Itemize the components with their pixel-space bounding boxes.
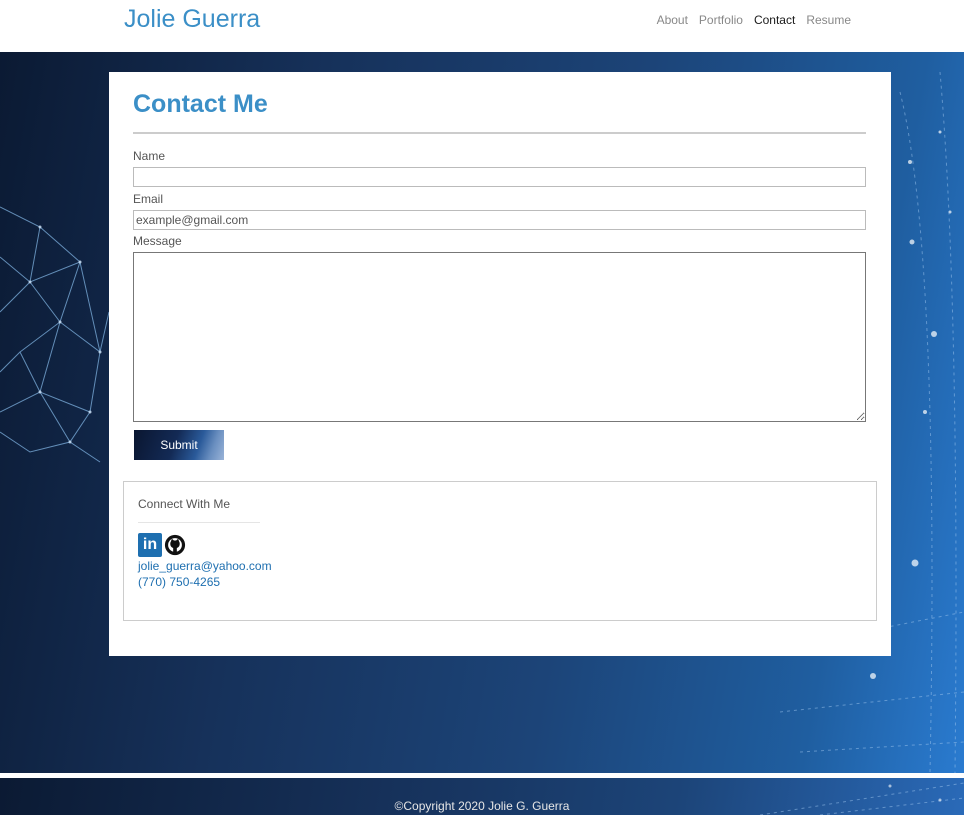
connect-title: Connect With Me: [138, 497, 231, 511]
contact-card: Contact Me Name Email Message Submit Con…: [109, 72, 891, 656]
nav-resume-link[interactable]: Resume: [806, 13, 851, 27]
nav-contact-link[interactable]: Contact: [754, 13, 795, 27]
name-label: Name: [133, 149, 166, 163]
name-input[interactable]: [133, 167, 866, 187]
connect-divider: [138, 522, 260, 523]
linkedin-icon[interactable]: in: [138, 533, 162, 557]
phone-link[interactable]: (770) 750-4265: [138, 575, 220, 589]
copyright-text: ©Copyright 2020 Jolie G. Guerra: [394, 799, 570, 813]
email-link[interactable]: jolie_guerra@yahoo.com: [138, 559, 272, 573]
email-label: Email: [133, 192, 164, 206]
site-header: Jolie Guerra About Portfolio Contact Res…: [0, 0, 964, 52]
message-label: Message: [133, 234, 182, 248]
title-divider: [133, 132, 866, 134]
nav-about-link[interactable]: About: [657, 13, 688, 27]
submit-button[interactable]: Submit: [134, 430, 224, 460]
site-footer: ©Copyright 2020 Jolie G. Guerra: [0, 778, 964, 815]
github-icon[interactable]: [164, 533, 186, 557]
email-input[interactable]: [133, 210, 866, 230]
main-nav: About Portfolio Contact Resume: [657, 13, 851, 27]
page-title: Contact Me: [133, 90, 268, 118]
site-brand-link[interactable]: Jolie Guerra: [124, 5, 260, 34]
message-textarea[interactable]: [133, 252, 866, 422]
nav-portfolio-link[interactable]: Portfolio: [699, 13, 743, 27]
social-icons: in: [138, 533, 186, 557]
connect-section: Connect With Me in jolie_guerra@yahoo.co…: [123, 481, 877, 621]
